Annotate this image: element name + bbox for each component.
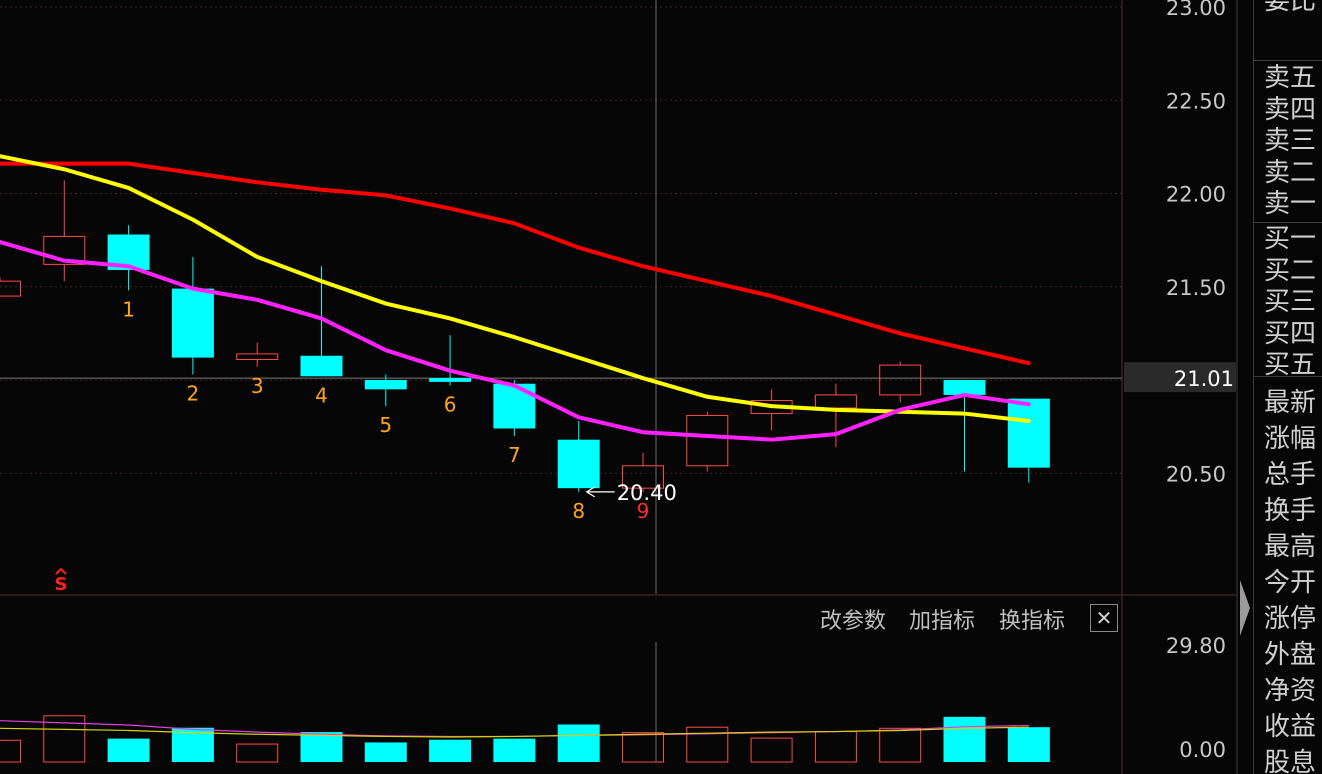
candle-body xyxy=(236,353,279,360)
candle xyxy=(43,180,86,282)
candle-body xyxy=(557,439,600,489)
candle-body xyxy=(0,280,21,297)
volume-bar xyxy=(557,724,600,762)
low-arrow-icon xyxy=(585,486,615,498)
side-label-top: 委比 xyxy=(1264,0,1317,16)
candle xyxy=(236,342,279,367)
volume-bar xyxy=(107,738,150,762)
candle xyxy=(1007,398,1050,483)
volume-bar xyxy=(493,738,536,762)
stat-label: 涨幅 xyxy=(1264,424,1317,454)
side-separator xyxy=(1254,60,1322,61)
candle xyxy=(686,411,729,472)
signal-marker: S xyxy=(55,574,68,595)
candle-body xyxy=(1007,398,1050,468)
current-price-label: 21.01 xyxy=(1174,367,1234,391)
candle-body xyxy=(943,380,986,395)
volume-ma-line xyxy=(0,720,1029,738)
volume-bar xyxy=(429,739,472,762)
stat-label: 收益 xyxy=(1264,712,1317,742)
volume-ma-line xyxy=(0,726,1029,738)
quote-side-panel: 委比 卖五 卖四 卖三 卖二 卖一 买一 买二 买三 买四 买五 最新 涨幅 总手 换手 最高 今开 涨停 外盘 净资… xyxy=(1253,0,1322,774)
sell-level-label: 卖三 xyxy=(1264,126,1317,156)
wave-label: 2 xyxy=(187,381,200,405)
candle-body xyxy=(171,288,214,358)
volume-bar xyxy=(750,737,793,763)
candle-body xyxy=(429,378,472,382)
volume-bar xyxy=(814,731,857,763)
candle xyxy=(107,225,150,291)
stat-label: 净资 xyxy=(1264,676,1317,706)
wave-label: 1 xyxy=(122,297,135,321)
sell-level-label: 卖二 xyxy=(1264,157,1317,188)
candle-body xyxy=(364,380,407,390)
low-price-label: 20.40 xyxy=(617,481,677,505)
wave-label: 4 xyxy=(315,383,328,407)
buy-level-label: 买二 xyxy=(1264,255,1317,286)
kline-chart[interactable]: 23.0022.5022.0021.5021.0020.5021.0112345… xyxy=(0,0,1322,774)
volume-tick-label: 29.80 xyxy=(1166,634,1226,658)
ma-line xyxy=(0,161,1031,366)
stat-label: 今开 xyxy=(1264,568,1317,598)
buy-level-label: 买一 xyxy=(1264,224,1317,254)
wave-label: 6 xyxy=(444,393,457,417)
sell-level-label: 卖四 xyxy=(1264,94,1317,125)
volume-bar xyxy=(236,743,279,763)
wave-label: 3 xyxy=(251,374,264,398)
price-tick-label: 22.50 xyxy=(1166,89,1226,113)
candle xyxy=(557,421,600,492)
close-indicator-button[interactable]: ✕ xyxy=(1090,604,1118,632)
wave-label: 7 xyxy=(508,443,521,467)
price-tick-label: 20.50 xyxy=(1166,462,1226,486)
stat-label: 总手 xyxy=(1264,460,1317,490)
candle-body xyxy=(300,355,343,377)
candle-body xyxy=(686,414,729,467)
candle xyxy=(879,361,922,403)
wave-label: 5 xyxy=(379,413,392,437)
candle xyxy=(814,383,857,448)
volume-bar xyxy=(879,727,922,763)
candle xyxy=(750,389,793,431)
sell-level-label: 卖五 xyxy=(1264,63,1317,93)
add-indicator-button[interactable]: 加指标 xyxy=(909,603,975,635)
buy-level-label: 买四 xyxy=(1264,318,1317,349)
price-tick-label: 23.00 xyxy=(1166,0,1226,20)
candle xyxy=(364,374,407,407)
candle xyxy=(171,256,214,375)
price-tick-label: 22.00 xyxy=(1166,183,1226,207)
stat-label: 最新 xyxy=(1264,388,1317,418)
stat-label: 外盘 xyxy=(1264,640,1317,670)
volume-bar xyxy=(364,742,407,762)
candle-body xyxy=(493,383,536,429)
stat-label: 换手 xyxy=(1264,496,1317,526)
volume-bar xyxy=(1007,727,1050,762)
buy-level-label: 买三 xyxy=(1264,287,1317,317)
candle-body xyxy=(814,394,857,409)
volume-bar xyxy=(622,732,664,763)
price-tick-label: 21.50 xyxy=(1166,276,1226,300)
side-separator xyxy=(1254,376,1322,377)
volume-bar xyxy=(0,739,21,763)
switch-indicator-button[interactable]: 换指标 xyxy=(999,603,1065,635)
volume-bar xyxy=(943,716,986,762)
stat-label: 涨停 xyxy=(1264,604,1317,634)
stat-label: 最高 xyxy=(1264,532,1317,562)
candle xyxy=(493,380,536,436)
wave-label: 8 xyxy=(572,499,585,523)
change-params-button[interactable]: 改参数 xyxy=(820,603,886,635)
stat-label: 股息 xyxy=(1264,748,1317,774)
volume-tick-label: 0.00 xyxy=(1179,738,1226,762)
side-separator xyxy=(1254,222,1322,223)
volume-bar xyxy=(300,732,343,762)
sell-level-label: 卖一 xyxy=(1264,189,1317,219)
collapse-panel-icon[interactable] xyxy=(1238,578,1252,638)
